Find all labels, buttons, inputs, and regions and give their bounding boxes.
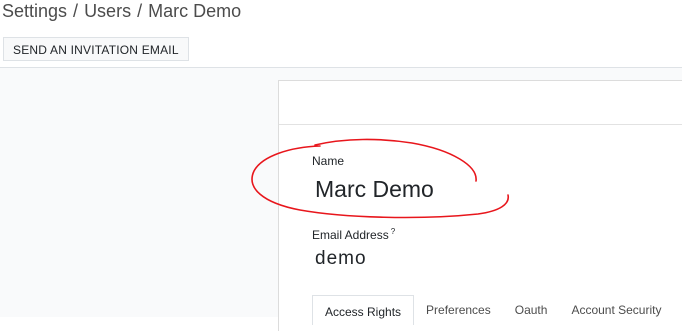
control-panel-header: Settings / Users / Marc Demo <box>0 0 682 33</box>
send-invitation-email-button[interactable]: SEND AN INVITATION EMAIL <box>3 37 189 61</box>
email-address-field[interactable]: demo <box>315 248 367 270</box>
breadcrumb-users[interactable]: Users <box>84 1 131 21</box>
email-address-label-text: Email Address <box>312 228 389 242</box>
name-field[interactable]: Marc Demo <box>315 176 434 203</box>
tab-oauth[interactable]: Oauth <box>503 295 560 325</box>
name-label: Name <box>312 154 345 168</box>
form-sheet: Name Marc Demo Email Address? demo Acces… <box>278 80 682 331</box>
sheet-header <box>279 81 682 125</box>
tab-preferences[interactable]: Preferences <box>414 295 503 325</box>
breadcrumb-separator: / <box>137 1 143 21</box>
breadcrumb-settings[interactable]: Settings <box>2 1 67 21</box>
breadcrumb-separator: / <box>73 1 79 21</box>
form-toolbar: SEND AN INVITATION EMAIL <box>0 32 682 68</box>
breadcrumb-current-user: Marc Demo <box>148 1 242 21</box>
help-tooltip-icon[interactable]: ? <box>391 227 395 236</box>
tab-access-rights[interactable]: Access Rights <box>312 295 415 325</box>
notebook-tabs: Access Rights Preferences Oauth Account … <box>312 295 673 335</box>
breadcrumb: Settings / Users / Marc Demo <box>2 0 241 22</box>
email-address-label: Email Address? <box>312 227 395 242</box>
tab-account-security[interactable]: Account Security <box>559 295 673 325</box>
